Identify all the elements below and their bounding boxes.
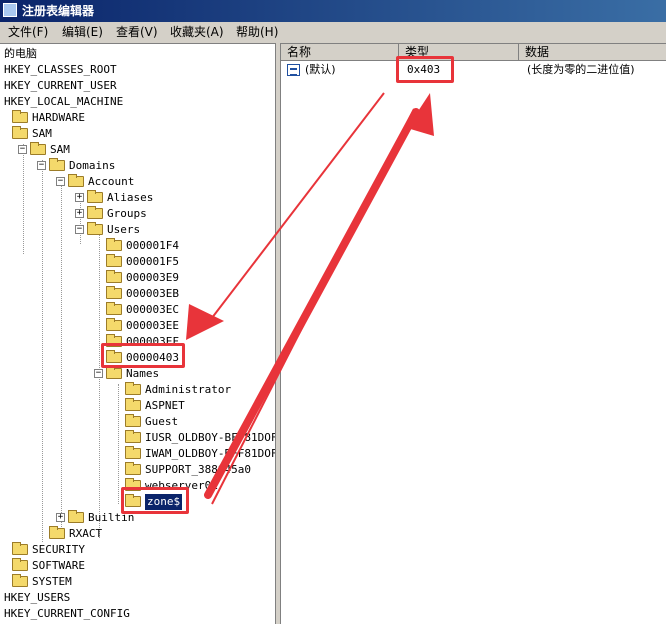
window-title: 注册表编辑器: [22, 4, 95, 18]
tree-hkcu[interactable]: HKEY_CURRENT_USER: [4, 78, 117, 94]
folder-icon: [87, 189, 103, 203]
menu-favorites[interactable]: 收藏夹(A): [170, 22, 224, 42]
tree-aliases[interactable]: Aliases: [87, 189, 153, 206]
tree-name-key[interactable]: Administrator: [125, 381, 231, 398]
regedit-icon: [3, 3, 17, 17]
tree-user-key[interactable]: 000003EB: [106, 285, 179, 302]
column-header-data[interactable]: 数据: [519, 44, 666, 61]
tree-security[interactable]: SECURITY: [12, 541, 85, 558]
tree-root[interactable]: 的电脑: [4, 46, 37, 62]
folder-icon: [106, 269, 122, 283]
folder-icon: [12, 541, 28, 555]
tree-software[interactable]: SOFTWARE: [12, 557, 85, 574]
tree-name-key[interactable]: IWAM_OLDBOY-BFF81DOF: [125, 445, 275, 462]
folder-icon: [68, 509, 84, 523]
key-tree-pane[interactable]: 的电脑 HKEY_CLASSES_ROOT HKEY_CURRENT_USER …: [0, 43, 276, 624]
tree-system[interactable]: SYSTEM: [12, 573, 72, 590]
tree-sam[interactable]: SAM: [12, 125, 52, 142]
highlight-box-selected-name: [121, 487, 189, 514]
tree-name-key[interactable]: SUPPORT_388945a0: [125, 461, 251, 478]
collapse-icon[interactable]: −: [56, 177, 65, 186]
collapse-icon[interactable]: −: [18, 145, 27, 154]
folder-icon: [68, 173, 84, 187]
tree-name-key[interactable]: IUSR_OLDBOY-BFF81DOF: [125, 429, 275, 446]
tree-user-key[interactable]: 000003EE: [106, 317, 179, 334]
folder-icon: [125, 461, 141, 475]
tree-name-key[interactable]: ASPNET: [125, 397, 185, 414]
folder-icon: [12, 573, 28, 587]
folder-icon: [106, 237, 122, 251]
tree-hkcc[interactable]: HKEY_CURRENT_CONFIG: [4, 606, 130, 622]
binary-value-icon: [287, 64, 300, 76]
menu-help[interactable]: 帮助(H): [236, 22, 278, 42]
tree-user-key[interactable]: 000001F4: [106, 237, 179, 254]
folder-icon: [106, 365, 122, 379]
expand-icon[interactable]: +: [75, 209, 84, 218]
folder-icon: [106, 253, 122, 267]
folder-icon: [12, 557, 28, 571]
menu-bar: 文件(F) 编辑(E) 查看(V) 收藏夹(A) 帮助(H): [0, 22, 666, 42]
folder-icon: [87, 205, 103, 219]
title-bar: 注册表编辑器: [0, 0, 666, 22]
folder-icon: [125, 381, 141, 395]
tree-hklm[interactable]: HKEY_LOCAL_MACHINE: [4, 94, 123, 110]
folder-icon: [49, 525, 65, 539]
folder-icon: [12, 125, 28, 139]
menu-edit[interactable]: 编辑(E): [62, 22, 103, 42]
tree-domains[interactable]: Domains: [49, 157, 115, 174]
tree-sam-sam[interactable]: SAM: [30, 141, 70, 158]
tree-user-key[interactable]: 000003E9: [106, 269, 179, 286]
tree-user-key[interactable]: 000003EC: [106, 301, 179, 318]
tree-account[interactable]: Account: [68, 173, 134, 190]
folder-icon: [106, 285, 122, 299]
expand-icon[interactable]: +: [75, 193, 84, 202]
folder-icon: [106, 301, 122, 315]
value-name[interactable]: (默认): [305, 62, 336, 78]
tree-user-key[interactable]: 000001F5: [106, 253, 179, 270]
folder-icon: [12, 109, 28, 123]
value-data: (长度为零的二进位值): [527, 63, 635, 76]
collapse-icon[interactable]: −: [37, 161, 46, 170]
expand-icon[interactable]: +: [56, 513, 65, 522]
tree-hardware[interactable]: HARDWARE: [12, 109, 85, 126]
menu-file[interactable]: 文件(F): [8, 22, 48, 42]
folder-icon: [106, 317, 122, 331]
tree-hkcr[interactable]: HKEY_CLASSES_ROOT: [4, 62, 117, 78]
collapse-icon[interactable]: −: [75, 225, 84, 234]
folder-icon: [125, 397, 141, 411]
folder-icon: [125, 413, 141, 427]
tree-rxact[interactable]: RXACT: [49, 525, 102, 542]
folder-icon: [125, 445, 141, 459]
highlight-box-user-key: [101, 343, 185, 368]
folder-icon: [87, 221, 103, 235]
tree-groups[interactable]: Groups: [87, 205, 147, 222]
highlight-box-type: [396, 56, 454, 83]
tree-users[interactable]: Users: [87, 221, 140, 238]
folder-icon: [125, 429, 141, 443]
tree-name-key[interactable]: Guest: [125, 413, 178, 430]
values-list-pane[interactable]: 名称 类型 数据 (默认) 0x403 (长度为零的二进位值): [280, 43, 666, 624]
tree-hku[interactable]: HKEY_USERS: [4, 590, 70, 606]
folder-icon: [49, 157, 65, 171]
collapse-icon[interactable]: −: [94, 369, 103, 378]
tree-names[interactable]: Names: [106, 365, 159, 382]
folder-icon: [30, 141, 46, 155]
menu-view[interactable]: 查看(V): [116, 22, 158, 42]
column-header-name[interactable]: 名称: [281, 44, 399, 61]
